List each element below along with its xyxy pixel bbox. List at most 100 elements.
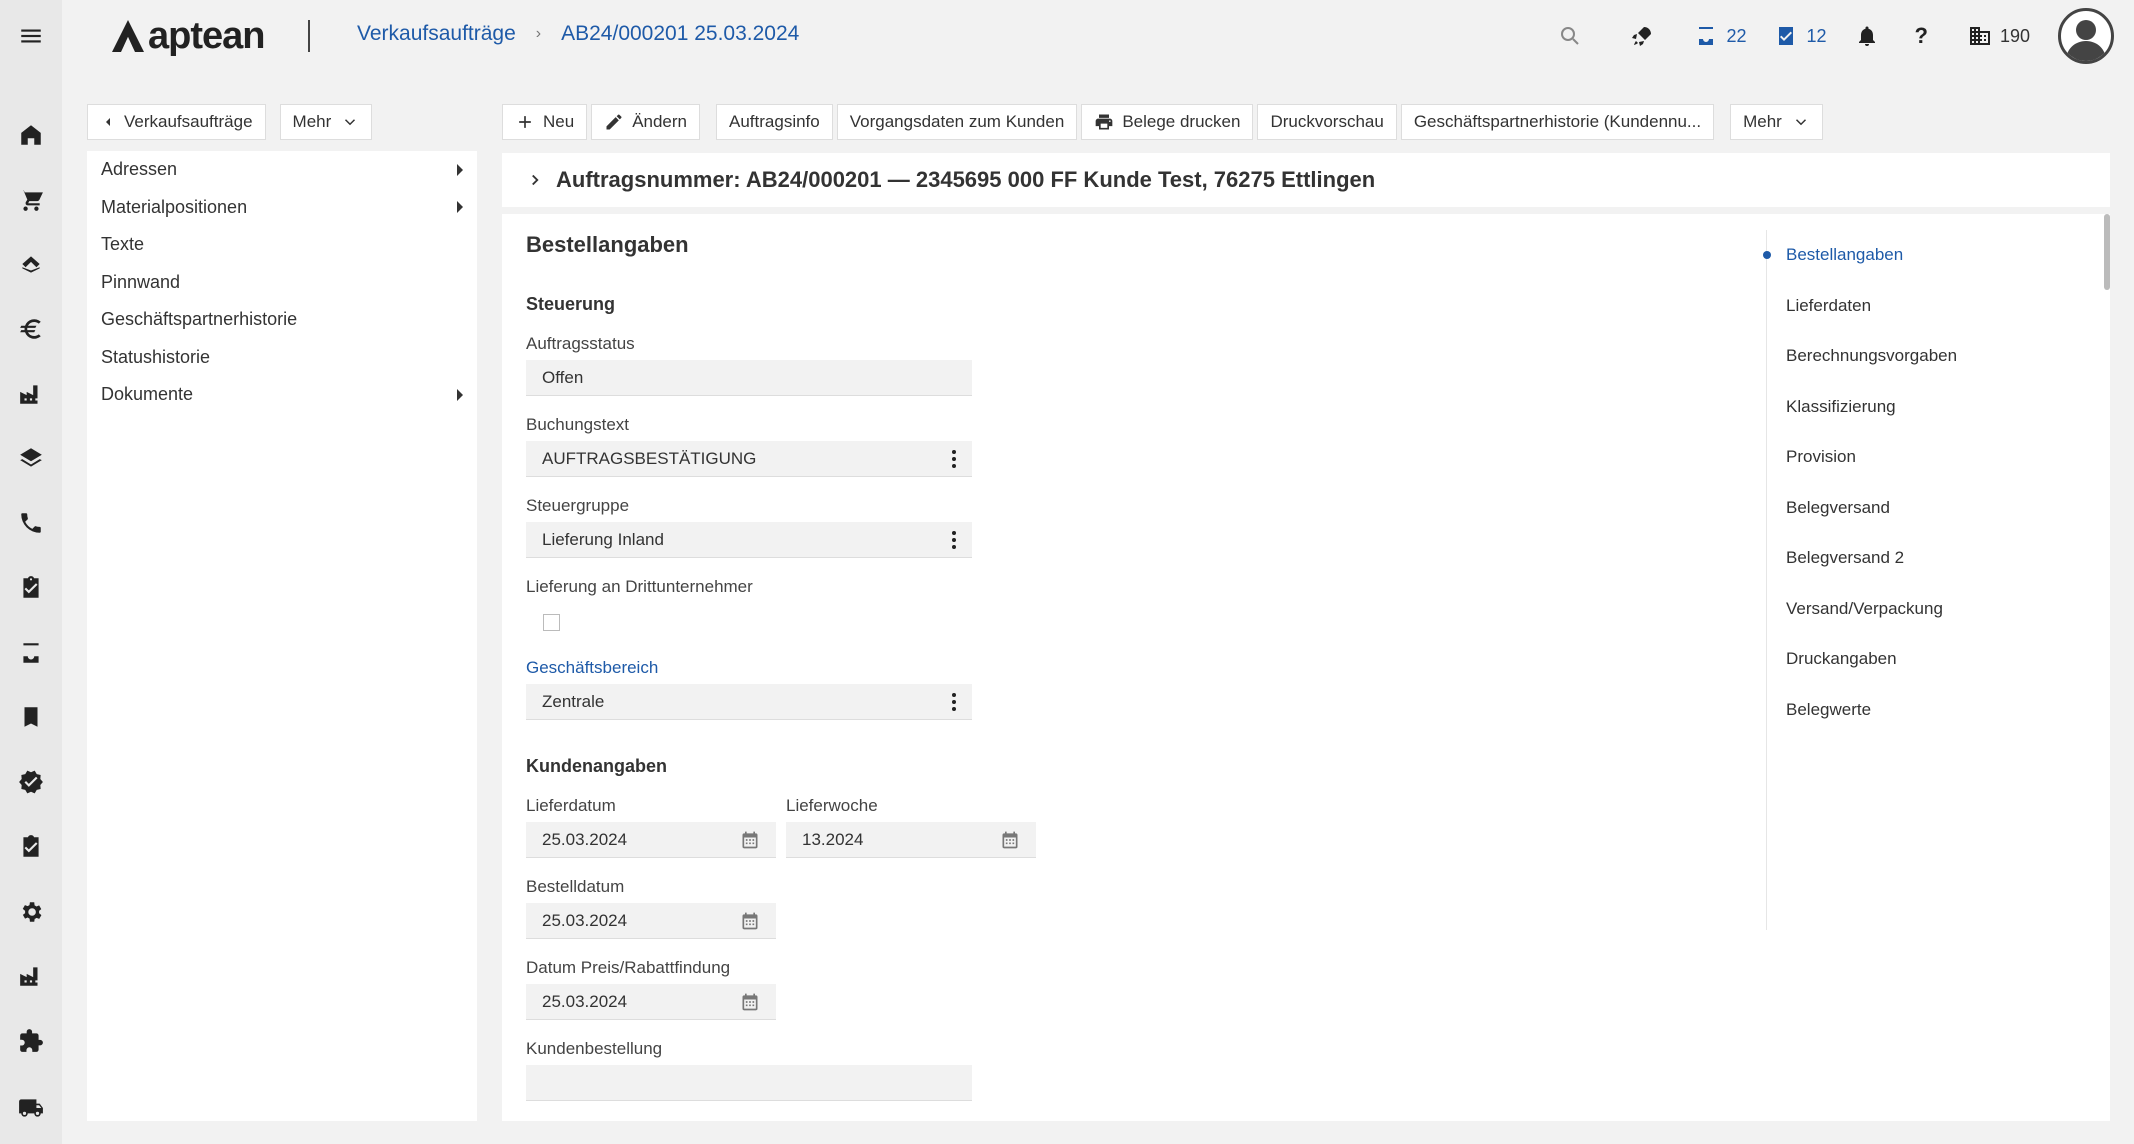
left-more-label: Mehr (292, 112, 332, 131)
left-nav-item[interactable]: Statushistorie (87, 339, 477, 377)
left-nav-item[interactable]: Dokumente (87, 376, 477, 414)
section-anchor-link[interactable]: Provision (1766, 432, 2106, 483)
left-nav-item[interactable]: Texte (87, 226, 477, 264)
lieferdatum-field[interactable]: 25.03.2024 (526, 822, 776, 858)
company-button[interactable]: 190 (1968, 24, 2030, 48)
content-scrollbar[interactable] (2104, 214, 2110, 290)
order-info-button[interactable]: Auftragsinfo (716, 104, 833, 140)
kundenbestellung-input[interactable] (526, 1065, 972, 1101)
breadcrumb-current[interactable]: AB24/000201 25.03.2024 (561, 22, 799, 46)
logo-divider (308, 20, 310, 52)
left-nav-item[interactable]: Pinnwand (87, 264, 477, 302)
aptean-logo[interactable]: aptean (110, 14, 265, 58)
more-vertical-icon[interactable] (952, 530, 956, 549)
print-docs-label: Belege drucken (1122, 112, 1241, 131)
caret-right-icon (457, 163, 463, 176)
main-more-label: Mehr (1743, 112, 1782, 131)
section-anchor-link[interactable]: Berechnungsvorgaben (1766, 331, 2106, 382)
section-anchor-link[interactable]: Belegversand (1766, 483, 2106, 534)
factory-icon[interactable] (0, 370, 62, 418)
handshake-icon[interactable] (0, 240, 62, 288)
left-nav-item-label: Pinnwand (101, 271, 181, 292)
bookmark-icon[interactable] (0, 693, 62, 741)
edit-button[interactable]: Ändern (591, 104, 701, 140)
geschaeftsbereich-field[interactable]: Zentrale (526, 684, 972, 720)
rocket-button[interactable] (1630, 24, 1654, 48)
section-anchor-link[interactable]: Belegversand 2 (1766, 533, 2106, 584)
partner-history-label: Geschäftspartnerhistorie (Kundennu... (1413, 112, 1702, 131)
section-anchor-link[interactable]: Druckangaben (1766, 634, 2106, 685)
phone-icon[interactable] (0, 499, 62, 547)
drittunternehmer-checkbox[interactable] (543, 614, 560, 631)
help-button[interactable]: ? (1915, 23, 1928, 49)
left-nav-item-label: Adressen (101, 159, 178, 180)
section-anchor-link[interactable]: Versand/Verpackung (1766, 584, 2106, 635)
steuergruppe-label: Steuergruppe (526, 496, 630, 515)
clipboard-check-icon[interactable] (0, 564, 62, 612)
steuergruppe-field[interactable]: Lieferung Inland (526, 522, 972, 558)
user-icon (2066, 20, 2106, 61)
caret-right-icon (457, 201, 463, 214)
print-docs-button[interactable]: Belege drucken (1081, 104, 1254, 140)
left-nav-item[interactable]: Geschäftspartnerhistorie (87, 301, 477, 339)
breadcrumb-root[interactable]: Verkaufsaufträge (357, 22, 516, 46)
calendar-icon[interactable] (1000, 830, 1020, 850)
section-anchor-link[interactable]: Bestellangaben (1763, 230, 2106, 281)
chevron-right-icon (532, 174, 539, 186)
new-button[interactable]: Neu (502, 104, 588, 140)
building-icon (1969, 27, 1990, 45)
left-nav-item-label: Geschäftspartnerhistorie (101, 309, 298, 330)
back-to-orders-button[interactable]: Verkaufsaufträge (87, 104, 266, 140)
left-nav-item[interactable]: Materialpositionen (87, 189, 477, 227)
geschaeftsbereich-label[interactable]: Geschäftsbereich (526, 658, 658, 678)
verified-icon[interactable] (0, 758, 62, 806)
puzzle-icon[interactable] (0, 1017, 62, 1065)
left-toolbar: Verkaufsaufträge Mehr (87, 104, 380, 140)
bestelldatum-field[interactable]: 25.03.2024 (526, 903, 776, 939)
calendar-icon[interactable] (740, 992, 760, 1012)
back-label: Verkaufsaufträge (124, 112, 253, 131)
settings-icon[interactable] (0, 888, 62, 936)
more-vertical-icon[interactable] (952, 692, 956, 711)
caret-left-icon (106, 118, 110, 126)
left-nav-item-label: Materialpositionen (101, 196, 248, 217)
layers-icon[interactable] (0, 434, 62, 482)
inbox-button[interactable]: 22 (1694, 24, 1746, 48)
partner-history-button[interactable]: Geschäftspartnerhistorie (Kundennu... (1400, 104, 1715, 140)
home-icon[interactable] (0, 111, 62, 159)
menu-icon[interactable] (0, 12, 62, 60)
kundenbestellung-label: Kundenbestellung (526, 1039, 663, 1058)
truck-icon[interactable] (0, 1084, 62, 1132)
buchungstext-value: AUFTRAGSBESTÄTIGUNG (542, 448, 757, 468)
chevron-down-icon (345, 119, 356, 126)
cart-icon[interactable] (0, 176, 62, 224)
avatar[interactable] (2058, 8, 2114, 64)
left-nav-item[interactable]: Adressen (87, 151, 477, 189)
left-nav-item-label: Dokumente (101, 384, 194, 405)
order-header[interactable]: Auftragsnummer: AB24/000201 — 2345695 00… (502, 153, 2110, 207)
factory-icon[interactable] (0, 952, 62, 1000)
help-icon: ? (1914, 23, 1928, 48)
left-nav-item-label: Statushistorie (101, 346, 211, 367)
euro-icon[interactable] (0, 305, 62, 353)
search-button[interactable] (1558, 24, 1582, 48)
more-vertical-icon[interactable] (952, 449, 956, 468)
left-more-button[interactable]: Mehr (279, 104, 373, 140)
print-preview-button[interactable]: Druckvorschau (1257, 104, 1397, 140)
calendar-icon[interactable] (740, 830, 760, 850)
main-more-button[interactable]: Mehr (1730, 104, 1823, 140)
inbox-icon[interactable] (0, 629, 62, 677)
chevron-down-icon (1795, 119, 1806, 126)
preisdatum-field[interactable]: 25.03.2024 (526, 984, 776, 1020)
calendar-icon[interactable] (740, 911, 760, 931)
notifications-button[interactable] (1855, 24, 1879, 48)
auftragsstatus-value: Offen (542, 367, 584, 387)
buchungstext-field[interactable]: AUFTRAGSBESTÄTIGUNG (526, 441, 972, 477)
task-icon[interactable] (0, 823, 62, 871)
customer-data-button[interactable]: Vorgangsdaten zum Kunden (836, 104, 1078, 140)
section-anchor-link[interactable]: Klassifizierung (1766, 382, 2106, 433)
section-anchor-link[interactable]: Belegwerte (1766, 685, 2106, 736)
lieferwoche-field[interactable]: 13.2024 (786, 822, 1036, 858)
section-anchor-link[interactable]: Lieferdaten (1766, 281, 2106, 332)
tasks-button[interactable]: 12 (1774, 24, 1827, 48)
